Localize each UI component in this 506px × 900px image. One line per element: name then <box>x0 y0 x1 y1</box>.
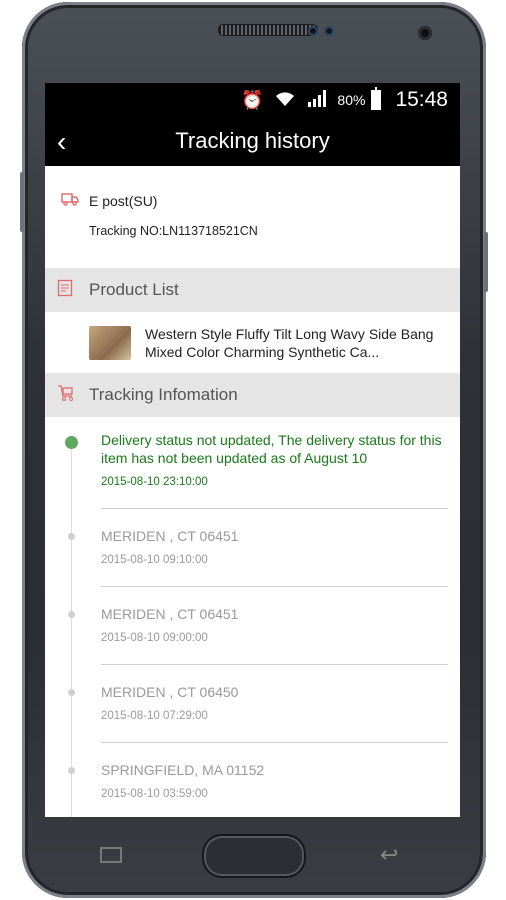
back-arrow-icon[interactable]: ↩ <box>380 842 398 868</box>
truck-icon <box>61 192 89 210</box>
tracking-timeline: Delivery status not updated, The deliver… <box>45 417 460 817</box>
event-date: 2015-08-10 23:10:00 <box>101 476 208 488</box>
product-item[interactable]: Western Style Fluffy Tilt Long Wavy Side… <box>45 312 460 373</box>
list-document-icon <box>57 279 89 302</box>
event-date: 2015-08-10 09:00:00 <box>101 632 208 644</box>
volume-button <box>20 172 24 232</box>
signal-icon <box>307 89 329 110</box>
page-title: Tracking history <box>175 128 330 153</box>
status-dot-active <box>65 436 78 449</box>
status-bar: ⏰ 80% 15:48 <box>45 83 460 116</box>
section-heading: Product List <box>89 280 179 299</box>
app-screen: ⏰ 80% 15:48 ‹ Tracking history E post(SU… <box>45 83 460 817</box>
home-button[interactable] <box>202 834 306 878</box>
status-dot <box>68 689 75 696</box>
product-list-header: Product List <box>45 268 460 312</box>
timeline-event: MERIDEN , CT 06451 2015-08-10 09:10:00 <box>45 509 460 587</box>
event-text: MERIDEN , CT 06451 <box>101 606 239 622</box>
event-date: 2015-08-10 09:10:00 <box>101 554 208 566</box>
event-date: 2015-08-10 03:59:00 <box>101 788 208 800</box>
product-thumbnail <box>89 325 131 360</box>
section-heading: Tracking Infomation <box>89 385 238 404</box>
chevron-left-icon[interactable]: ‹ <box>57 128 66 156</box>
timeline-event: Delivery status not updated, The deliver… <box>45 431 460 509</box>
product-name: Western Style Fluffy Tilt Long Wavy Side… <box>145 325 434 360</box>
wifi-icon <box>273 89 297 110</box>
earpiece-speaker <box>218 24 318 36</box>
status-dot <box>68 533 75 540</box>
timeline-event: MERIDEN , CT 06450 2015-08-10 07:29:00 <box>45 665 460 743</box>
status-dot <box>68 611 75 618</box>
carrier-card: E post(SU) Tracking NO:LN113718521CN <box>45 166 460 268</box>
event-text: MERIDEN , CT 06450 <box>101 684 239 700</box>
battery-icon <box>371 86 382 110</box>
status-dot <box>68 767 75 774</box>
title-bar: ‹ Tracking history <box>45 116 460 166</box>
sensor <box>308 26 318 36</box>
event-text: Delivery status not updated, The deliver… <box>101 432 442 466</box>
recent-apps-icon[interactable] <box>100 847 122 863</box>
event-date: 2015-08-10 07:29:00 <box>101 710 208 722</box>
power-button <box>484 232 488 292</box>
tracking-number: Tracking NO:LN113718521CN <box>89 224 258 238</box>
timeline-event: MERIDEN , CT 06451 2015-08-10 09:00:00 <box>45 587 460 665</box>
event-text: SPRINGFIELD, MA 01152 <box>101 762 265 778</box>
clock: 15:48 <box>395 87 448 111</box>
alarm-icon: ⏰ <box>240 89 264 110</box>
carrier-name: E post(SU) <box>89 193 158 209</box>
timeline-event: SPRINGFIELD, MA 01152 2015-08-10 03:59:0… <box>45 743 460 800</box>
event-text: MERIDEN , CT 06451 <box>101 528 239 544</box>
tracking-info-header: Tracking Infomation <box>45 373 460 417</box>
front-camera <box>418 26 432 40</box>
cart-icon <box>57 384 89 407</box>
battery-percent: 80% <box>337 91 366 108</box>
sensor <box>324 26 334 36</box>
